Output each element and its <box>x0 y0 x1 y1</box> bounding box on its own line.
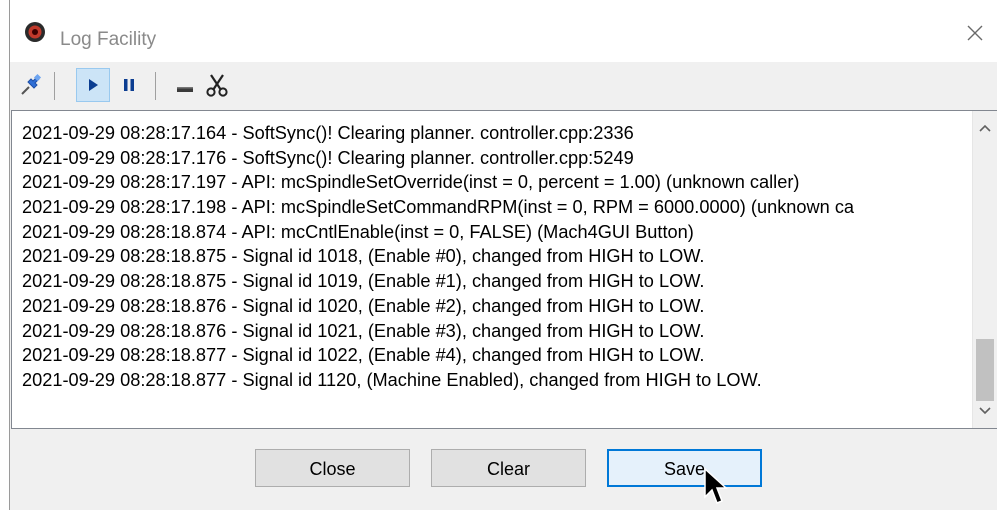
toolbar-separator <box>155 72 156 100</box>
scroll-up-arrow[interactable] <box>973 115 997 141</box>
minus-icon <box>177 87 193 92</box>
log-line: 2021-09-29 08:28:17.176 - SoftSync()! Cl… <box>22 147 634 168</box>
vertical-scrollbar[interactable] <box>972 111 997 428</box>
pause-button[interactable] <box>112 68 146 102</box>
mach4-app-icon <box>25 22 45 42</box>
log-line: 2021-09-29 08:28:18.875 - Signal id 1018… <box>22 246 705 267</box>
pin-icon <box>21 73 42 95</box>
log-output[interactable]: 2021-09-29 08:28:17.164 - SoftSync()! Cl… <box>11 110 997 429</box>
mouse-cursor-icon <box>704 467 728 504</box>
log-line: 2021-09-29 08:28:17.198 - API: mcSpindle… <box>22 197 855 218</box>
chevron-down-icon <box>979 407 991 415</box>
log-line: 2021-09-29 08:28:18.877 - Signal id 1022… <box>22 345 705 366</box>
scissors-button[interactable] <box>200 68 234 102</box>
play-icon <box>89 79 98 91</box>
title-bar[interactable]: Log Facility <box>10 0 997 62</box>
chevron-up-icon <box>979 124 991 132</box>
log-line: 2021-09-29 08:28:17.164 - SoftSync()! Cl… <box>22 123 634 143</box>
log-line: 2021-09-29 08:28:18.876 - Signal id 1021… <box>22 320 705 341</box>
close-icon[interactable] <box>963 21 987 45</box>
log-line: 2021-09-29 08:28:18.877 - Signal id 1120… <box>22 369 762 390</box>
log-facility-window: Log Facility 2021-09-29 08:28:17.164 - S… <box>9 0 997 510</box>
dialog-button-row: Close Clear Save <box>10 429 997 510</box>
pause-icon <box>124 79 134 91</box>
log-line: 2021-09-29 08:28:18.875 - Signal id 1019… <box>22 271 705 292</box>
log-line: 2021-09-29 08:28:18.874 - API: mcCntlEna… <box>22 221 694 242</box>
pin-button[interactable] <box>14 68 48 102</box>
save-button[interactable]: Save <box>607 449 762 487</box>
minus-button[interactable] <box>168 68 202 102</box>
scroll-down-arrow[interactable] <box>973 398 997 424</box>
window-title: Log Facility <box>60 29 157 50</box>
log-line: 2021-09-29 08:28:17.197 - API: mcSpindle… <box>22 172 800 193</box>
log-lines: 2021-09-29 08:28:17.164 - SoftSync()! Cl… <box>22 121 971 393</box>
log-line: 2021-09-29 08:28:18.876 - Signal id 1020… <box>22 295 705 316</box>
clear-button[interactable]: Clear <box>431 449 586 487</box>
play-button[interactable] <box>76 68 110 102</box>
close-button[interactable]: Close <box>255 449 410 487</box>
scissors-icon <box>206 74 228 97</box>
scrollbar-thumb[interactable] <box>976 339 994 401</box>
toolbar-separator <box>54 72 55 100</box>
toolbar <box>10 62 997 110</box>
